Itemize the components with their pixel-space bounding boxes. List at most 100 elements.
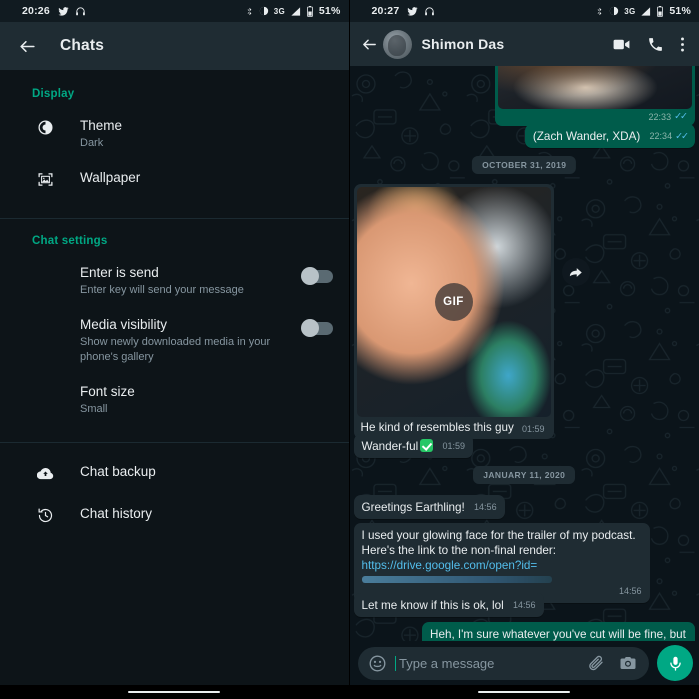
emoji-smiley-icon[interactable] xyxy=(368,654,387,673)
message-bubble-incoming[interactable]: Wander-ful 01:59 xyxy=(353,434,474,458)
twitter-icon xyxy=(58,6,69,17)
setting-subtitle: Show newly downloaded media in your phon… xyxy=(80,336,271,363)
message-link[interactable]: https://drive.google.com/open?id= xyxy=(362,559,538,572)
nav-gesture-pill[interactable] xyxy=(128,690,221,694)
cloud-backup-icon xyxy=(32,465,58,482)
section-header-chat-settings: Chat settings xyxy=(32,235,108,247)
read-receipt-icon: ✓✓ xyxy=(674,111,688,122)
settings-list: Display Theme Dark Wallpaper Chat settin… xyxy=(0,70,349,699)
message-time: 14:56 xyxy=(474,502,497,512)
battery-percent: 51% xyxy=(318,5,341,17)
section-divider xyxy=(0,442,349,443)
video-call-icon[interactable] xyxy=(612,35,631,54)
message-list[interactable]: 22:33 ✓✓ (Zach Wander, XDA) 22:34 ✓✓ OCT… xyxy=(349,66,699,641)
microphone-icon[interactable] xyxy=(657,645,693,681)
attachment-clip-icon[interactable] xyxy=(587,654,605,672)
message-meta: 22:34 ✓✓ xyxy=(649,129,689,144)
toggle-knob xyxy=(300,319,319,337)
section-header-display: Display xyxy=(32,88,75,100)
forward-icon[interactable] xyxy=(561,258,590,286)
read-receipt-icon: ✓✓ xyxy=(675,131,689,142)
chat-header: Shimon Das xyxy=(349,22,699,66)
message-text: I used your glowing face for the trailer… xyxy=(361,529,636,557)
chat-screen: 20:27 3G 51% Shimon Das 22:33 ✓✓ (Zach W… xyxy=(349,0,699,699)
status-bar-left: 20:26 3G 51% xyxy=(0,0,349,22)
message-gif-frame: GIF xyxy=(356,187,551,417)
message-input-placeholder[interactable]: Type a message xyxy=(394,655,580,671)
setting-row-chat-history[interactable]: Chat history xyxy=(0,493,349,537)
redacted-link-remainder xyxy=(361,576,552,583)
camera-icon[interactable] xyxy=(619,654,637,672)
message-composer: Type a message xyxy=(349,641,699,685)
gif-badge[interactable]: GIF xyxy=(434,283,473,321)
contact-name[interactable]: Shimon Das xyxy=(422,36,613,52)
theme-contrast-icon xyxy=(32,119,58,136)
toggle-enter-is-send[interactable] xyxy=(300,267,333,285)
back-arrow-icon[interactable] xyxy=(14,33,40,59)
headphones-icon xyxy=(75,6,86,17)
setting-title: Chat backup xyxy=(80,464,156,479)
date-divider: JANUARY 11, 2020 xyxy=(473,466,576,484)
setting-title: Chat history xyxy=(80,506,153,521)
message-bubble-outgoing[interactable]: Heh, I'm sure whatever you've cut will b… xyxy=(422,622,695,641)
setting-title: Media visibility xyxy=(80,317,168,332)
bluetooth-icon xyxy=(245,6,254,17)
dnd-icon xyxy=(609,6,619,16)
nav-gesture-pill[interactable] xyxy=(478,690,571,694)
text-caret xyxy=(394,655,396,671)
setting-row-theme[interactable]: Theme Dark xyxy=(0,108,349,160)
message-text: (Zach Wander, XDA) xyxy=(532,130,641,143)
message-bubble-incoming[interactable]: Let me know if this is ok, lol 14:56 xyxy=(353,593,544,617)
setting-row-font-size[interactable]: Font size Small xyxy=(0,374,349,426)
setting-subtitle: Small xyxy=(80,403,108,415)
message-input-field[interactable]: Type a message xyxy=(357,646,649,680)
message-bubble-outgoing[interactable]: (Zach Wander, XDA) 22:34 ✓✓ xyxy=(524,124,695,148)
message-bubble-link[interactable]: I used your glowing face for the trailer… xyxy=(353,523,650,603)
setting-row-wallpaper[interactable]: Wallpaper xyxy=(0,160,349,204)
setting-title: Wallpaper xyxy=(80,170,141,185)
voice-call-icon[interactable] xyxy=(647,36,664,53)
settings-app-bar: Chats xyxy=(0,22,349,70)
setting-subtitle: Enter key will send your message xyxy=(80,284,244,296)
setting-subtitle: Dark xyxy=(80,137,104,149)
toggle-media-visibility[interactable] xyxy=(300,319,333,337)
message-meta: 01:59 xyxy=(514,424,545,434)
date-divider: OCTOBER 31, 2019 xyxy=(472,156,577,174)
message-text: Greetings Earthling! xyxy=(361,501,465,514)
message-text: Heh, I'm sure whatever you've cut will b… xyxy=(430,628,686,641)
system-nav-bar xyxy=(349,685,699,699)
placeholder-text: Type a message xyxy=(399,655,495,671)
network-type-label: 3G xyxy=(273,6,285,16)
setting-title: Font size xyxy=(80,384,135,399)
message-meta: 22:33 ✓✓ xyxy=(641,111,688,122)
signal-icon xyxy=(290,6,301,17)
back-arrow-icon[interactable] xyxy=(360,36,380,53)
signal-icon xyxy=(640,6,651,17)
setting-row-chat-backup[interactable]: Chat backup xyxy=(0,449,349,493)
message-gif-bubble[interactable]: GIF He kind of resembles this guy 01:59 xyxy=(353,184,554,439)
message-meta: 14:56 xyxy=(474,500,497,515)
message-time: 01:59 xyxy=(442,441,466,451)
settings-screen: 20:26 3G 51% Chats Display Theme Dark Wa… xyxy=(0,0,350,699)
battery-percent: 51% xyxy=(669,5,691,17)
status-bar-right: 20:27 3G 51% xyxy=(349,0,699,22)
status-time: 20:26 xyxy=(22,5,50,17)
twitter-icon xyxy=(407,6,418,17)
avatar[interactable] xyxy=(382,29,412,59)
battery-icon xyxy=(656,5,664,17)
setting-row-enter-is-send[interactable]: Enter is send Enter key will send your m… xyxy=(0,255,349,307)
page-title: Chats xyxy=(60,37,105,54)
message-photo xyxy=(498,66,692,109)
message-meta: 14:56 xyxy=(513,598,536,613)
message-meta: 14:56 xyxy=(619,584,642,599)
status-time: 20:27 xyxy=(371,5,400,17)
message-meta: 01:59 xyxy=(442,439,465,454)
message-time: 22:34 xyxy=(649,131,673,141)
setting-row-media-visibility[interactable]: Media visibility Show newly downloaded m… xyxy=(0,307,349,374)
bluetooth-icon xyxy=(595,6,604,17)
message-image-bubble[interactable]: 22:33 ✓✓ xyxy=(495,66,695,126)
overflow-menu-icon[interactable] xyxy=(680,35,685,54)
setting-title: Theme xyxy=(80,118,123,133)
message-bubble-incoming[interactable]: Greetings Earthling! 14:56 xyxy=(353,495,505,519)
dnd-icon xyxy=(259,6,269,16)
